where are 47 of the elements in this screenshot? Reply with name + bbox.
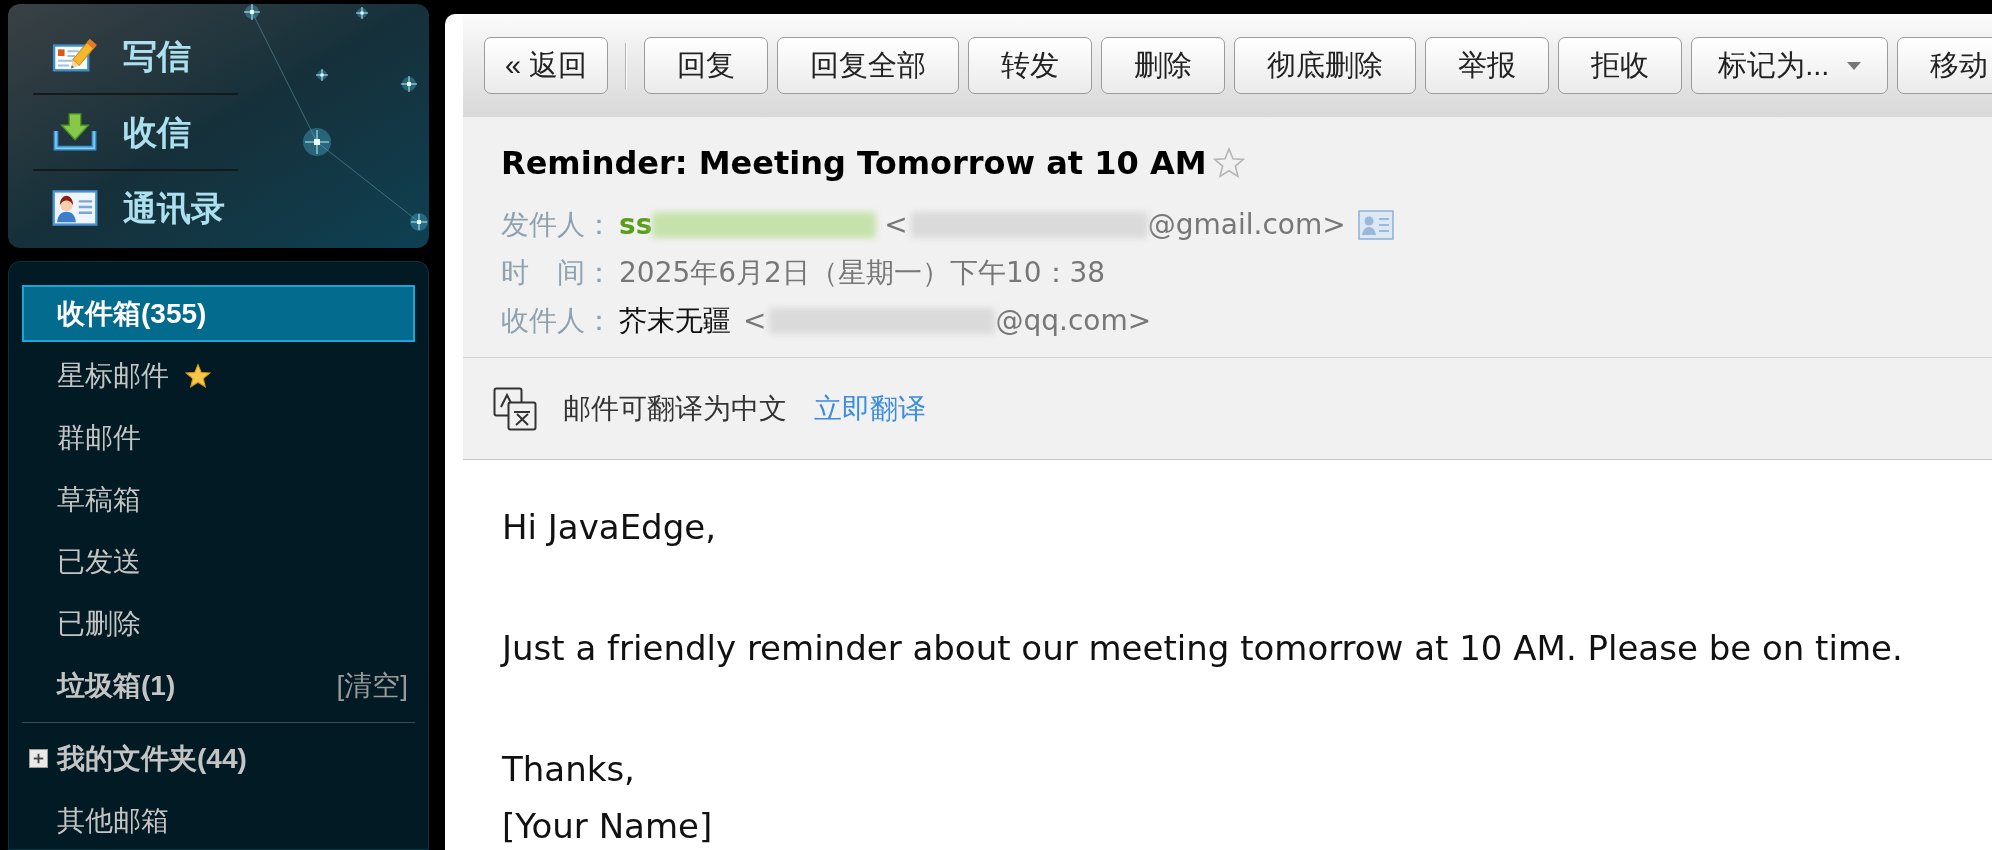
clear-link[interactable]: [清空] [336, 664, 415, 707]
plus-box-icon[interactable] [29, 749, 48, 768]
address-bracket: < [743, 303, 767, 339]
toolbar-button[interactable]: 转发 [968, 37, 1093, 94]
email-body-line: Thanks, [502, 749, 635, 789]
folder-item[interactable]: 已删除 [22, 595, 415, 652]
toolbar-button[interactable]: 彻底删除 [1234, 37, 1417, 94]
toolbar-button[interactable]: 拒收 [1558, 37, 1683, 94]
star-icon[interactable] [1212, 147, 1245, 179]
folder-item[interactable]: 收件箱(355) [22, 285, 415, 342]
toolbar-button[interactable]: 举报 [1425, 37, 1550, 94]
email-body-line: Hi JavaEdge, [502, 507, 716, 547]
folder-item[interactable]: 垃圾箱(1) [22, 657, 337, 714]
toolbar-button[interactable]: 回复 [644, 37, 769, 94]
overlapping-squares-icon [493, 386, 537, 431]
folder-item[interactable]: 我的文件夹(44) [57, 737, 247, 780]
compose-link[interactable]: 写信 [52, 34, 191, 78]
email-body-line: [Your Name] [502, 806, 713, 846]
address-bracket: < [884, 207, 908, 243]
back-button[interactable]: « 返回 [484, 37, 609, 94]
receive-link[interactable]: 收信 [52, 110, 191, 154]
sent-time: 2025年6月2日（星期一）下午10：38 [619, 255, 1106, 291]
tray-arrow-icon [52, 112, 98, 152]
contacts-link[interactable]: 通讯录 [52, 186, 225, 230]
email-subject: Reminder: Meeting Tomorrow at 10 AM [501, 144, 1207, 182]
contact-card-icon [52, 190, 98, 226]
folder-item[interactable]: 草稿箱 [22, 471, 415, 528]
toolbar-button[interactable]: 删除 [1101, 37, 1226, 94]
toolbar-button[interactable]: 回复全部 [777, 37, 960, 94]
translate-notice: 邮件可翻译为中文 [563, 390, 787, 427]
folder-item[interactable]: 群邮件 [22, 409, 415, 466]
sender-name: ss [619, 207, 653, 243]
sender-address: @gmail.com> [1147, 207, 1346, 243]
recipient-name: 芥末无疆 [619, 303, 731, 339]
folder-item[interactable]: 其他邮箱 [57, 799, 169, 842]
caret-icon [1847, 61, 1862, 70]
folder-item[interactable]: 星标邮件 [22, 347, 415, 404]
field-label: 时 间： [501, 255, 614, 291]
toolbar-button[interactable]: 移动 [1897, 37, 1992, 94]
email-body-line: Just a friendly reminder about our meeting tomorrow at 10 AM. Please be on time. [502, 628, 1903, 668]
field-label: 发件人： [501, 207, 614, 243]
folder-item[interactable]: 已发送 [22, 533, 415, 590]
dropdown-button[interactable]: 标记为... [1691, 37, 1889, 94]
star-icon [185, 362, 211, 389]
contact-card-icon[interactable] [1357, 210, 1394, 240]
recipient-address: @qq.com> [995, 303, 1152, 339]
field-label: 收件人： [501, 303, 614, 339]
